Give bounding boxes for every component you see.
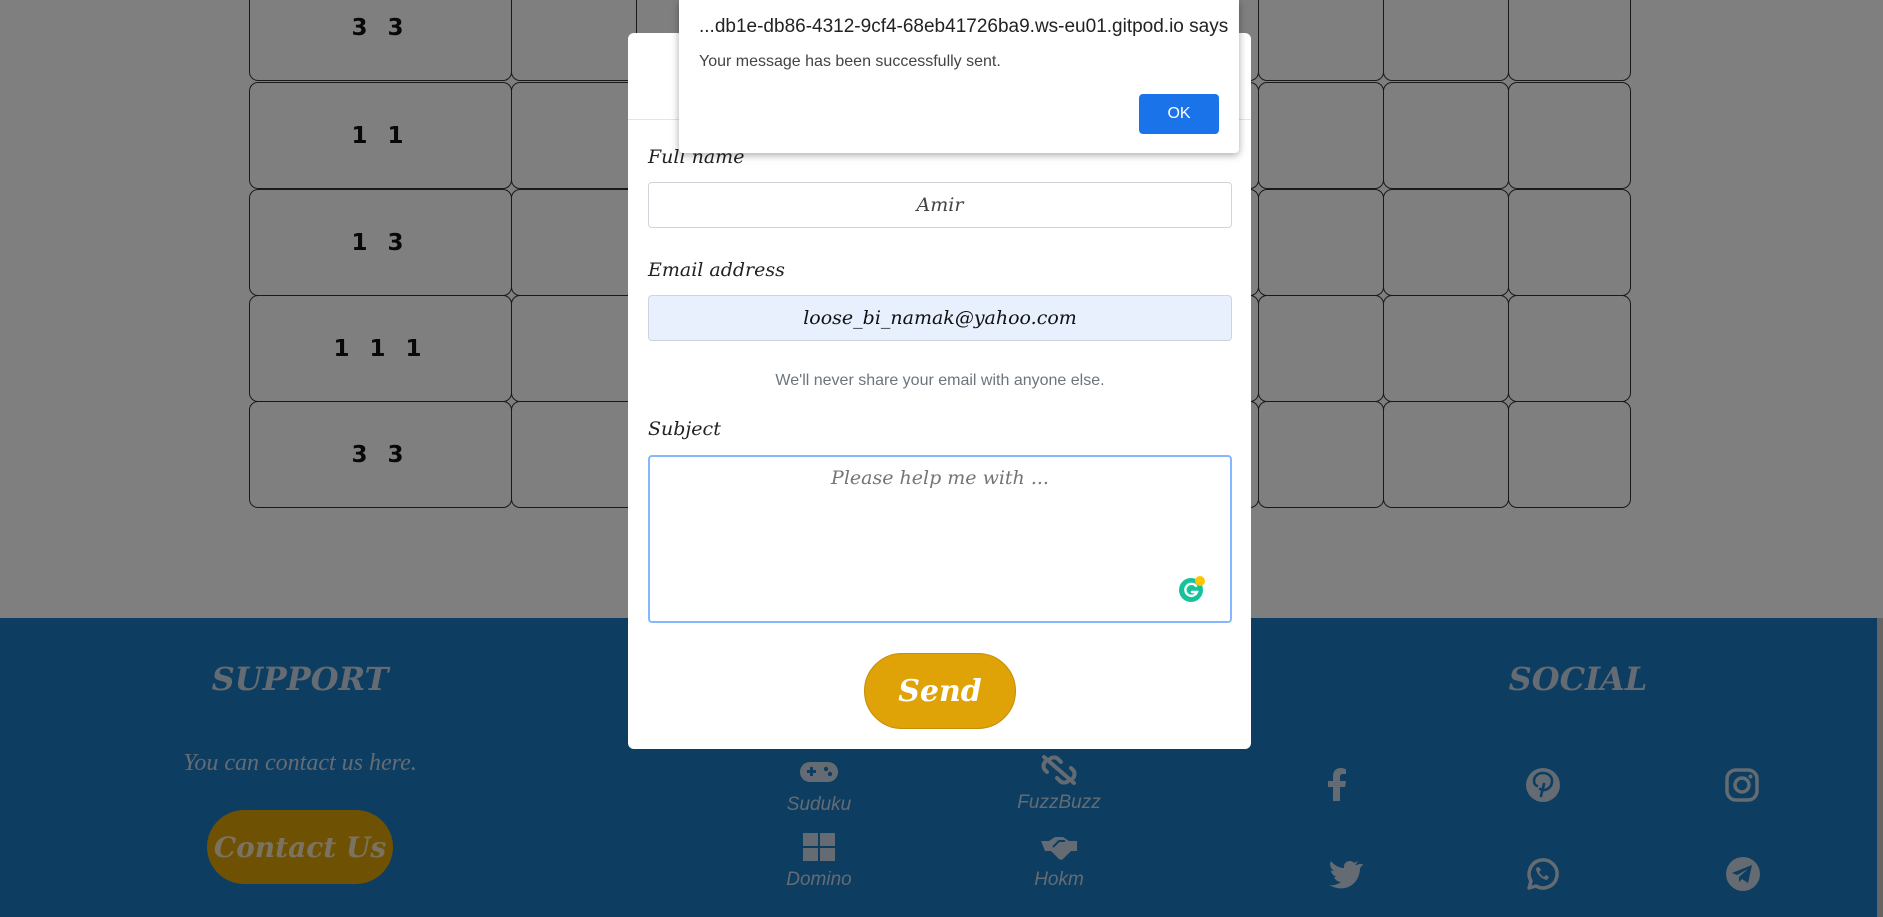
email-input[interactable] xyxy=(648,295,1232,341)
alert-title: ...db1e-db86-4312-9cf4-68eb41726ba9.ws-e… xyxy=(699,16,1229,37)
send-button[interactable]: Send xyxy=(864,653,1016,729)
email-hint: We'll never share your email with anyone… xyxy=(775,372,1105,389)
page: 3 31 11 31 1 13 3 SUPPORT You can contac… xyxy=(0,0,1883,917)
subject-label: Subject xyxy=(648,418,721,440)
grammarly-icon[interactable] xyxy=(1178,575,1206,603)
alert-message: Your message has been successfully sent. xyxy=(699,53,1001,70)
fullname-input[interactable] xyxy=(648,182,1232,228)
alert-dialog: ...db1e-db86-4312-9cf4-68eb41726ba9.ws-e… xyxy=(679,0,1239,153)
ok-button[interactable]: OK xyxy=(1139,94,1219,134)
email-label: Email address xyxy=(648,259,785,281)
subject-textarea[interactable] xyxy=(648,455,1232,623)
